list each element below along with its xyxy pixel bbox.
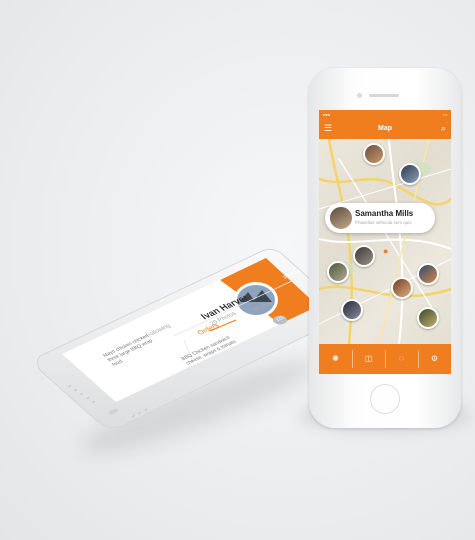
camera-icon	[357, 93, 362, 98]
bottom-tab-bar: ✺ ◫ ◌ ⚙	[319, 344, 451, 374]
map-photo-pin[interactable]	[363, 143, 385, 165]
user-callout-card[interactable]: Samantha Mills Phasellus vehicula sem qu…	[325, 203, 435, 233]
map-photo-pin[interactable]	[417, 263, 439, 285]
map-photo-pin[interactable]	[353, 245, 375, 267]
search-icon[interactable]: ⌕	[441, 123, 446, 134]
map-photo-pin[interactable]	[327, 261, 349, 283]
map-view[interactable]: ● Samantha Mills Phasellus vehicula sem …	[319, 139, 451, 344]
status-bar: ●●● ▭	[319, 110, 451, 119]
camera-icon[interactable]: ◫	[352, 344, 385, 374]
chat-icon[interactable]: ◌	[385, 344, 418, 374]
speaker-grille	[369, 94, 399, 97]
map-screen: ●●● ▭ ☰ Map ⌕ ● Samantha Mills Phasellus…	[319, 110, 451, 374]
nav-title: Map	[378, 125, 392, 132]
callout-name: Samantha Mills	[355, 209, 414, 218]
callout-subtitle: Phasellus vehicula sem quis	[355, 220, 412, 225]
signal-icon: ●●●	[323, 112, 331, 117]
compass-icon[interactable]: ✺	[319, 344, 352, 374]
home-button[interactable]	[370, 384, 400, 414]
battery-icon: ▭	[443, 112, 447, 117]
location-marker-icon: ●	[383, 246, 389, 256]
map-photo-pin[interactable]	[391, 277, 413, 299]
nav-bar: ☰ Map ⌕	[319, 119, 451, 139]
map-photo-pin[interactable]	[399, 163, 421, 185]
settings-icon[interactable]: ⚙	[418, 344, 451, 374]
avatar	[329, 206, 353, 230]
map-photo-pin[interactable]	[341, 299, 363, 321]
upright-phone-mockup: ●●● ▭ ☰ Map ⌕ ● Samantha Mills Phasellus…	[309, 68, 461, 428]
map-photo-pin[interactable]	[417, 307, 439, 329]
